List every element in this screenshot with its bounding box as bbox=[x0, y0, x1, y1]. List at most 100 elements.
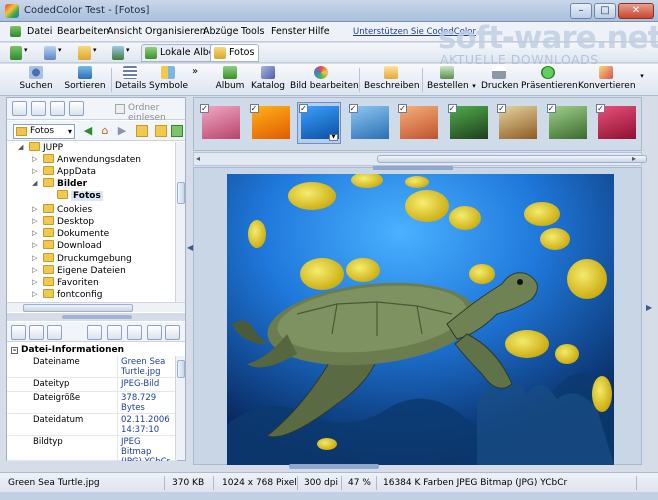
orange-flowers-thumb[interactable]: ✓ bbox=[248, 102, 292, 144]
album-view-icon[interactable] bbox=[31, 101, 46, 116]
thumbnail-checkbox[interactable]: ✓ bbox=[249, 104, 259, 113]
expand-arrow-icon[interactable]: ▷ bbox=[32, 254, 37, 262]
edit-image-button[interactable]: Bild bearbeiten bbox=[290, 65, 359, 95]
open-folder-icon[interactable] bbox=[78, 46, 91, 60]
back-icon[interactable]: ◀ bbox=[82, 125, 94, 137]
tree-item[interactable]: ◢ Bilder bbox=[32, 178, 87, 190]
forward-icon[interactable]: ▶ bbox=[116, 125, 128, 137]
desert-thumb[interactable]: ✓ bbox=[396, 102, 440, 144]
collapse-arrow-icon[interactable]: ◢ bbox=[32, 179, 37, 187]
red-flower-thumb[interactable]: ✓ bbox=[594, 102, 638, 144]
maximize-button[interactable]: □ bbox=[594, 3, 616, 19]
search-button[interactable]: Suchen bbox=[16, 65, 56, 95]
expand-arrow-icon[interactable]: ▷ bbox=[32, 290, 37, 298]
thumbnail-checkbox[interactable]: ✓ bbox=[398, 104, 407, 113]
chevron-down-icon[interactable]: ▾ bbox=[24, 46, 32, 60]
history-icon[interactable] bbox=[50, 101, 65, 116]
expand-arrow-icon[interactable]: ▷ bbox=[32, 205, 37, 213]
present-button[interactable]: Präsentieren bbox=[521, 65, 578, 95]
new-icon[interactable] bbox=[10, 46, 22, 60]
tree-view-icon[interactable] bbox=[12, 101, 27, 116]
panel-splitter[interactable] bbox=[7, 313, 185, 321]
thumbnail-checkbox[interactable]: ✓ bbox=[299, 104, 308, 113]
expand-arrow-icon[interactable]: ▷ bbox=[32, 241, 37, 249]
album-button[interactable]: Album bbox=[215, 65, 245, 95]
tree-item[interactable]: ▷ Download bbox=[32, 240, 102, 252]
thumbnail-checkbox[interactable]: ✓ bbox=[546, 104, 556, 113]
info-icon[interactable] bbox=[29, 325, 44, 340]
info-scroll-thumb[interactable] bbox=[177, 360, 185, 378]
tree-hscroll-thumb[interactable] bbox=[23, 304, 133, 312]
details-button[interactable]: Details bbox=[115, 65, 146, 95]
tree-item[interactable]: Fotos bbox=[57, 190, 103, 202]
thumbnail-checkbox[interactable]: ✓ bbox=[497, 104, 506, 113]
info-section-header[interactable]: – Datei-Informationen bbox=[11, 345, 124, 355]
save-icon[interactable] bbox=[44, 46, 56, 60]
map-icon[interactable] bbox=[147, 325, 162, 340]
menu-organisieren[interactable]: Organisieren bbox=[145, 26, 206, 37]
chevron-down-icon[interactable]: ▾ bbox=[126, 46, 134, 60]
exif-icon[interactable] bbox=[47, 325, 62, 340]
turtle-thumb[interactable]: ✓ ▼ bbox=[297, 102, 341, 144]
sort-button[interactable]: Sortieren bbox=[64, 65, 106, 95]
copy-info-icon[interactable] bbox=[165, 325, 180, 340]
tree-item[interactable]: ▷ fontconfig bbox=[32, 289, 102, 301]
chevron-down-icon[interactable]: ▾ bbox=[93, 46, 101, 60]
menu-ansicht[interactable]: Ansicht bbox=[107, 26, 142, 37]
symbols-button[interactable]: Symbole bbox=[149, 65, 188, 95]
tree-item[interactable]: ▷ AppData bbox=[32, 166, 96, 178]
thumbnail-checkbox[interactable]: ✓ bbox=[447, 104, 457, 113]
photo-preview[interactable] bbox=[227, 174, 614, 465]
collapse-left-icon[interactable]: ◀ bbox=[187, 243, 193, 252]
collapse-right-icon[interactable]: ▶ bbox=[646, 303, 652, 312]
image-icon[interactable] bbox=[112, 46, 124, 60]
menu-tools[interactable]: Tools bbox=[241, 26, 264, 37]
tree-item[interactable]: ▷ Eigene Dateien bbox=[32, 265, 126, 277]
savanna-thumb[interactable]: ✓ bbox=[495, 102, 539, 144]
viewer-top-splitter[interactable] bbox=[193, 166, 642, 170]
thumbnail-scroll-thumb[interactable] bbox=[377, 155, 647, 163]
collapse-arrow-icon[interactable]: ◢ bbox=[18, 143, 23, 151]
tab-fotos[interactable]: Fotos bbox=[210, 44, 260, 62]
menu-datei[interactable]: Datei bbox=[27, 26, 52, 37]
flowers-thumb[interactable]: ✓ bbox=[198, 102, 242, 144]
convert-button[interactable]: Konvertieren bbox=[578, 65, 636, 95]
search-view-icon[interactable] bbox=[69, 101, 84, 116]
menu-bearbeiten[interactable]: Bearbeiten bbox=[57, 26, 109, 37]
tree-item[interactable]: ▷ Favoriten bbox=[32, 277, 99, 289]
tree-scroll-thumb[interactable] bbox=[177, 182, 185, 204]
whale-tail-thumb[interactable]: ✓ bbox=[347, 102, 391, 144]
edit-info-icon[interactable] bbox=[87, 325, 102, 340]
scroll-left-icon[interactable]: ◂ bbox=[196, 154, 200, 163]
folder-up-icon[interactable] bbox=[136, 125, 148, 137]
new-folder-icon[interactable] bbox=[155, 125, 167, 137]
tree-item[interactable]: ▷ Anwendungsdaten bbox=[32, 154, 141, 166]
thumbnail-checkbox[interactable]: ✓ bbox=[596, 104, 605, 113]
document-icon[interactable] bbox=[10, 26, 21, 37]
tree-item[interactable]: ◢ JUPP bbox=[18, 142, 63, 154]
tag-icon[interactable] bbox=[107, 325, 122, 340]
waterfall-thumb[interactable]: ✓ bbox=[545, 102, 589, 144]
info-scrollbar[interactable] bbox=[175, 356, 185, 460]
chevron-down-icon[interactable]: ▼ bbox=[329, 134, 338, 141]
more-icon[interactable]: » bbox=[190, 66, 200, 96]
tree-scrollbar[interactable] bbox=[175, 142, 185, 302]
tree-item[interactable]: ▷ Druckumgebung bbox=[32, 253, 132, 265]
menu-abzuege[interactable]: Abzüge bbox=[203, 26, 238, 37]
add-folder-icon[interactable] bbox=[171, 125, 183, 137]
tree-hscrollbar[interactable] bbox=[7, 302, 185, 312]
tree-item[interactable]: ▷ Desktop bbox=[32, 216, 94, 228]
menu-fenster[interactable]: Fenster bbox=[271, 26, 306, 37]
expand-arrow-icon[interactable]: ▷ bbox=[32, 155, 37, 163]
tree-item[interactable]: ▷ Dokumente bbox=[32, 228, 109, 240]
expand-arrow-icon[interactable]: ▷ bbox=[32, 278, 37, 286]
minimize-button[interactable]: – bbox=[570, 3, 592, 19]
home-icon[interactable]: ⌂ bbox=[99, 125, 111, 137]
print-button[interactable]: Drucken bbox=[481, 65, 518, 95]
thumbnail-scrollbar[interactable]: ◂ ▸ bbox=[193, 152, 647, 166]
describe-button[interactable]: Beschreiben bbox=[364, 65, 420, 95]
support-link[interactable]: Unterstützen Sie CodedColor bbox=[353, 27, 476, 37]
viewer-bottom-splitter[interactable] bbox=[193, 463, 642, 470]
expand-arrow-icon[interactable]: ▷ bbox=[32, 229, 37, 237]
image-viewer[interactable] bbox=[193, 167, 642, 465]
